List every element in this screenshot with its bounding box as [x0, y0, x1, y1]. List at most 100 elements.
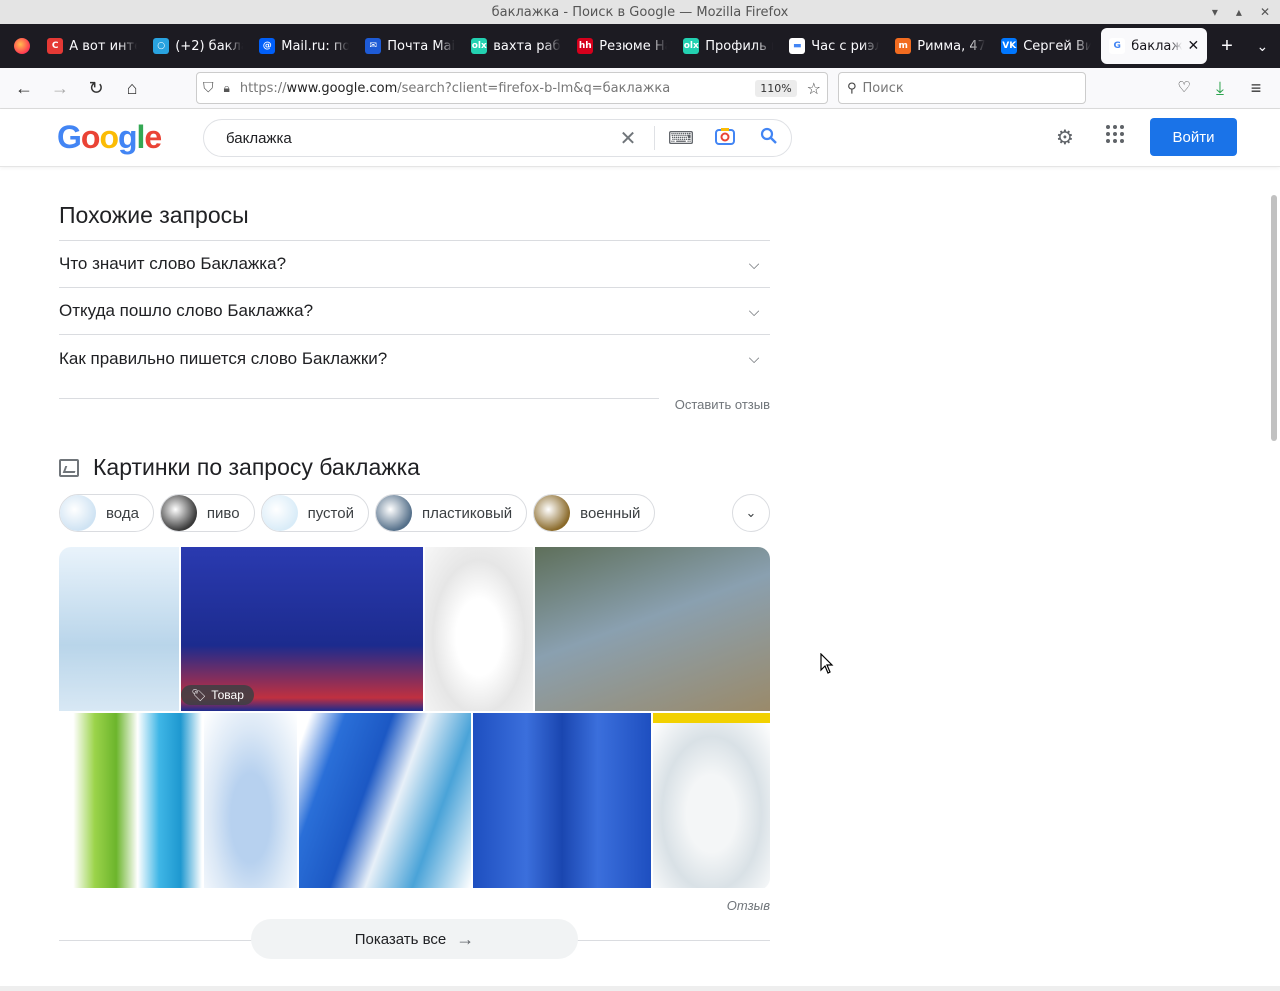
reload-icon[interactable]: ↻	[78, 78, 114, 99]
maximize-icon[interactable]: ▴	[1236, 5, 1242, 19]
camera-icon[interactable]	[703, 127, 747, 150]
image-filter-chip[interactable]: военный	[533, 494, 656, 532]
browser-tab[interactable]: VK Сергей Ви	[993, 24, 1099, 68]
browser-tab[interactable]: ○ (+2) баклаж	[145, 24, 251, 68]
browser-search-input[interactable]: ⚲ Поиск	[838, 72, 1086, 104]
minimize-icon[interactable]: ▾	[1212, 5, 1218, 19]
window-title: баклажка - Поиск в Google — Mozilla Fire…	[491, 4, 789, 20]
images-section-title[interactable]: Картинки по запросу баклажка	[93, 454, 420, 481]
browser-tab[interactable]: ✉ Почта Mail	[357, 24, 463, 68]
page-scrollbar[interactable]	[1271, 195, 1277, 441]
sign-in-button[interactable]: Войти	[1150, 118, 1237, 156]
tab-label: Час с риэл	[811, 38, 880, 54]
image-result[interactable]	[653, 713, 770, 888]
tab-favicon-icon: G	[1109, 38, 1126, 54]
google-search-box[interactable]: баклажка ✕ ⌨	[203, 119, 792, 157]
image-result[interactable]	[425, 547, 533, 711]
image-filter-chip[interactable]: пластиковый	[374, 494, 528, 532]
tab-favicon-icon: m	[895, 38, 912, 54]
show-all-button[interactable]: Показать все →	[251, 919, 578, 959]
related-question-text[interactable]: Что значит слово Баклажка?	[59, 254, 286, 274]
tab-label: А вот инте	[69, 38, 138, 54]
home-icon[interactable]: ⌂	[114, 78, 150, 99]
chip-label: пустой	[307, 504, 354, 522]
chevron-down-icon[interactable]: ⌵	[744, 256, 764, 273]
image-result[interactable]	[299, 713, 471, 888]
shield-icon[interactable]: ⛉	[203, 80, 214, 96]
apps-grid-icon[interactable]	[1090, 124, 1140, 150]
close-tab-icon[interactable]: ✕	[1188, 38, 1200, 54]
list-tabs-button[interactable]: ⌄	[1245, 38, 1280, 55]
google-header: Google баклажка ✕ ⌨ ⚙ Войти	[0, 109, 1280, 167]
chip-label: пиво	[206, 504, 240, 522]
tab-favicon-icon: hh	[577, 38, 594, 54]
related-question-item[interactable]: Откуда пошло слово Баклажка? ⌵	[59, 288, 770, 335]
chip-label: вода	[106, 504, 139, 522]
chip-label: пластиковый	[421, 504, 513, 522]
downloads-icon[interactable]: ⤓	[1202, 78, 1238, 99]
related-question-text[interactable]: Как правильно пишется слово Баклажки?	[59, 349, 387, 369]
search-submit-icon[interactable]	[747, 127, 791, 150]
back-icon[interactable]: ←	[6, 78, 42, 99]
browser-tab[interactable]: ▬ Час с риэл	[781, 24, 887, 68]
forward-icon[interactable]: →	[42, 78, 78, 99]
browser-tab[interactable]: olx Профиль к	[675, 24, 781, 68]
feedback-link[interactable]: Оставить отзыв	[675, 397, 770, 412]
keyboard-icon[interactable]: ⌨	[659, 128, 703, 149]
browser-tab[interactable]: @ Mail.ru: по	[251, 24, 357, 68]
image-filter-chip[interactable]: пустой	[260, 494, 369, 532]
tab-active[interactable]: Gбаклажк ✕	[1101, 28, 1208, 64]
image-filter-chip[interactable]: пиво	[159, 494, 255, 532]
navigation-toolbar: ← → ↻ ⌂ ⛉ 🔒︎ https://www.google.com/sear…	[0, 68, 1280, 109]
firefox-menu-tab[interactable]	[10, 24, 39, 68]
lock-icon[interactable]: 🔒︎	[224, 81, 230, 96]
tab-favicon-icon: olx	[683, 38, 700, 54]
related-question-item[interactable]: Что значит слово Баклажка? ⌵	[59, 241, 770, 288]
window-titlebar: баклажка - Поиск в Google — Mozilla Fire…	[0, 0, 1280, 24]
browser-tab[interactable]: olx вахта рабо	[463, 24, 569, 68]
browser-tab[interactable]: hh Резюме На	[569, 24, 675, 68]
tab-label: Сергей Ви	[1023, 38, 1092, 54]
image-filter-chip[interactable]: вода	[59, 494, 154, 532]
related-question-item[interactable]: Как правильно пишется слово Баклажки? ⌵	[59, 335, 770, 382]
chip-thumbnail	[60, 495, 96, 531]
logo-letter: o	[99, 119, 119, 155]
chevron-down-icon[interactable]: ⌵	[744, 303, 764, 320]
chip-thumbnail	[261, 495, 298, 531]
pocket-icon[interactable]: ♡	[1166, 78, 1202, 99]
bookmark-star-icon[interactable]: ☆	[807, 79, 821, 98]
browser-search-placeholder: Поиск	[862, 80, 904, 96]
image-result[interactable]	[204, 713, 297, 888]
url-bar[interactable]: ⛉ 🔒︎ https://www.google.com/search?clien…	[196, 72, 828, 104]
browser-tab[interactable]: m Римма, 47	[887, 24, 993, 68]
tab-label: Римма, 47	[917, 38, 986, 54]
clear-icon[interactable]: ✕	[606, 126, 650, 151]
tab-favicon-icon: @	[259, 38, 276, 54]
related-question-text[interactable]: Откуда пошло слово Баклажка?	[59, 301, 313, 321]
chip-thumbnail	[375, 495, 412, 531]
chip-thumbnail	[534, 495, 571, 531]
review-link[interactable]: Отзыв	[59, 898, 770, 913]
image-result[interactable]	[59, 547, 179, 711]
tab-label: Профиль к	[705, 38, 774, 54]
related-questions-title: Похожие запросы	[59, 202, 249, 228]
chevron-down-icon[interactable]: ⌵	[744, 350, 764, 367]
browser-tab[interactable]: C А вот инте	[39, 24, 145, 68]
google-logo[interactable]: Google	[57, 119, 162, 156]
image-result[interactable]: 🏷︎ Товар	[181, 547, 423, 711]
image-result[interactable]	[473, 713, 651, 888]
settings-gear-icon[interactable]: ⚙	[1040, 125, 1090, 150]
tab-label: Mail.ru: по	[281, 38, 350, 54]
close-window-icon[interactable]: ✕	[1260, 5, 1270, 19]
search-icon: ⚲	[847, 80, 857, 96]
image-result[interactable]	[535, 547, 770, 711]
tab-label: Резюме На	[599, 38, 668, 54]
tab-label: (+2) баклаж	[175, 38, 243, 54]
chevron-down-icon[interactable]: ⌄	[732, 494, 770, 532]
zoom-level[interactable]: 110%	[755, 79, 797, 97]
new-tab-button[interactable]: +	[1209, 35, 1244, 58]
image-result[interactable]	[59, 713, 202, 888]
url-text[interactable]: https://www.google.com/search?client=fir…	[240, 81, 670, 96]
google-search-query[interactable]: баклажка	[226, 130, 292, 147]
app-menu-icon[interactable]: ≡	[1238, 78, 1274, 99]
